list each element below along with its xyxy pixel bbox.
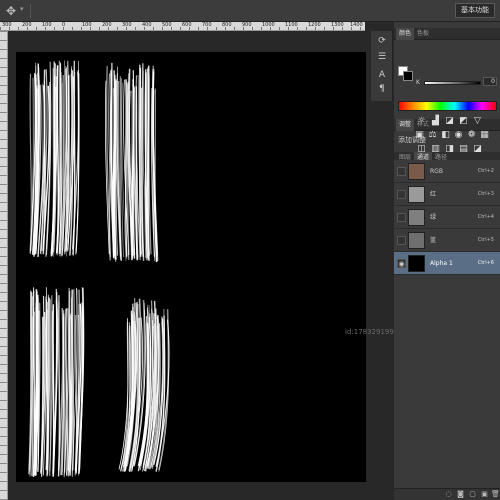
k-channel-slider[interactable]	[424, 81, 481, 85]
channel-name: Alpha 1	[430, 260, 453, 267]
hair-brush-artwork	[28, 60, 170, 477]
ruler-label: 1200	[308, 22, 321, 28]
ruler-label: 200	[22, 22, 32, 28]
hair-stroke	[29, 73, 32, 254]
channel-thumbnail	[408, 209, 425, 226]
channel-row-green[interactable]: 绿 Ctrl+4	[394, 206, 500, 229]
photoshop-window: ✥ ▾ 基本功能 300 200 100 0 100 200 300 400 5…	[0, 0, 500, 500]
k-value-input[interactable]: 0	[483, 77, 497, 86]
ruler-label: 1100	[285, 22, 298, 28]
vertical-ruler[interactable]	[0, 31, 8, 500]
right-panel-dock: 颜色 色板 K 0 调整 样式 添加调整 ☼ ▟ ◪ ◩ ▽ ▣ ⚖ ◧ ◉ ❁…	[394, 22, 500, 500]
levels-icon[interactable]: ▟	[430, 116, 441, 127]
ruler-label: 1400	[350, 22, 363, 28]
collapsed-panel-strip: ⟳ ☰ A ¶	[371, 31, 393, 101]
ruler-label: 900	[242, 22, 252, 28]
horizontal-ruler[interactable]: 300 200 100 0 100 200 300 400 500 600 70…	[0, 22, 365, 31]
channels-panel-footer: ◌ ◙ ▢ ▣ 🗑	[394, 488, 500, 500]
channel-shortcut: Ctrl+2	[477, 168, 494, 174]
tab-adjustments[interactable]: 调整	[396, 119, 415, 131]
background-color-swatch[interactable]	[403, 71, 413, 81]
options-bar: ✥ ▾ 基本功能	[0, 0, 500, 22]
channel-thumbnail	[408, 186, 425, 203]
channel-row-red[interactable]: 红 Ctrl+3	[394, 183, 500, 206]
channel-row-alpha1[interactable]: ◉ Alpha 1 Ctrl+6	[394, 252, 500, 275]
ruler-label: 200	[102, 22, 112, 28]
bw-icon[interactable]: ◧	[440, 130, 451, 141]
photo-filter-icon[interactable]: ◉	[453, 130, 464, 141]
visibility-toggle[interactable]	[397, 213, 406, 222]
ruler-label: 300	[122, 22, 132, 28]
hair-stroke	[67, 287, 71, 477]
brightness-icon[interactable]: ☼	[416, 116, 427, 127]
channel-row-blue[interactable]: 蓝 Ctrl+5	[394, 229, 500, 252]
balance-icon[interactable]: ⚖	[427, 130, 438, 141]
vibrance-icon[interactable]: ▽	[472, 116, 483, 127]
eye-icon[interactable]: ◉	[397, 259, 406, 268]
ruler-label: 700	[202, 22, 212, 28]
ruler-label: 600	[182, 22, 192, 28]
new-item-icon[interactable]: ▣	[480, 490, 489, 499]
channel-row-rgb[interactable]: RGB Ctrl+2	[394, 160, 500, 183]
tab-color[interactable]: 颜色	[396, 28, 415, 40]
color-panel-tabs: 颜色 色板	[394, 28, 500, 40]
channel-shortcut: Ctrl+6	[477, 260, 494, 266]
k-channel-label: K	[416, 79, 420, 86]
color-spectrum-bar[interactable]	[398, 101, 497, 111]
tool-preset-dropdown-icon[interactable]: ▾	[20, 5, 24, 13]
exposure-icon[interactable]: ◩	[458, 116, 469, 127]
save-selection-icon[interactable]: ◙	[456, 490, 465, 499]
channel-name: 绿	[430, 214, 437, 221]
new-channel-icon[interactable]: ▢	[468, 490, 477, 499]
trash-icon[interactable]: 🗑	[491, 490, 500, 499]
channel-name: RGB	[430, 168, 443, 175]
channel-shortcut: Ctrl+5	[477, 237, 494, 243]
ruler-label: 100	[82, 22, 92, 28]
channel-thumbnail	[408, 255, 425, 272]
channel-shortcut: Ctrl+4	[477, 214, 494, 220]
ruler-label: 0	[62, 22, 66, 28]
ruler-label: 1300	[331, 22, 344, 28]
channel-name: 蓝	[430, 237, 437, 244]
curves-icon[interactable]: ◪	[444, 116, 455, 127]
channel-shortcut: Ctrl+3	[477, 191, 494, 197]
ruler-label: 800	[222, 22, 232, 28]
move-icon[interactable]: ✥	[4, 4, 18, 18]
lookup-icon[interactable]: ▦	[479, 130, 490, 141]
hue-icon[interactable]: ▣	[414, 130, 425, 141]
ruler-label: 500	[162, 22, 172, 28]
workspace-button[interactable]: 基本功能	[455, 3, 495, 18]
paragraph-icon[interactable]: ¶	[375, 83, 389, 95]
visibility-toggle[interactable]	[397, 236, 406, 245]
channel-thumbnail	[408, 232, 425, 249]
mixer-icon[interactable]: ❁	[466, 130, 477, 141]
channel-name: 红	[430, 191, 437, 198]
toolbar-divider	[30, 4, 31, 18]
ruler-label: 100	[42, 22, 52, 28]
properties-icon[interactable]: ☰	[375, 51, 389, 63]
character-icon[interactable]: A	[375, 69, 389, 81]
history-icon[interactable]: ⟳	[375, 35, 389, 47]
visibility-toggle[interactable]	[397, 190, 406, 199]
tab-swatches[interactable]: 色板	[414, 28, 432, 40]
load-selection-icon[interactable]: ◌	[444, 490, 453, 499]
ruler-label: 300	[2, 22, 12, 28]
ruler-label: 400	[142, 22, 152, 28]
channel-thumbnail	[408, 163, 425, 180]
ruler-label: 1000	[262, 22, 275, 28]
visibility-toggle[interactable]	[397, 167, 406, 176]
